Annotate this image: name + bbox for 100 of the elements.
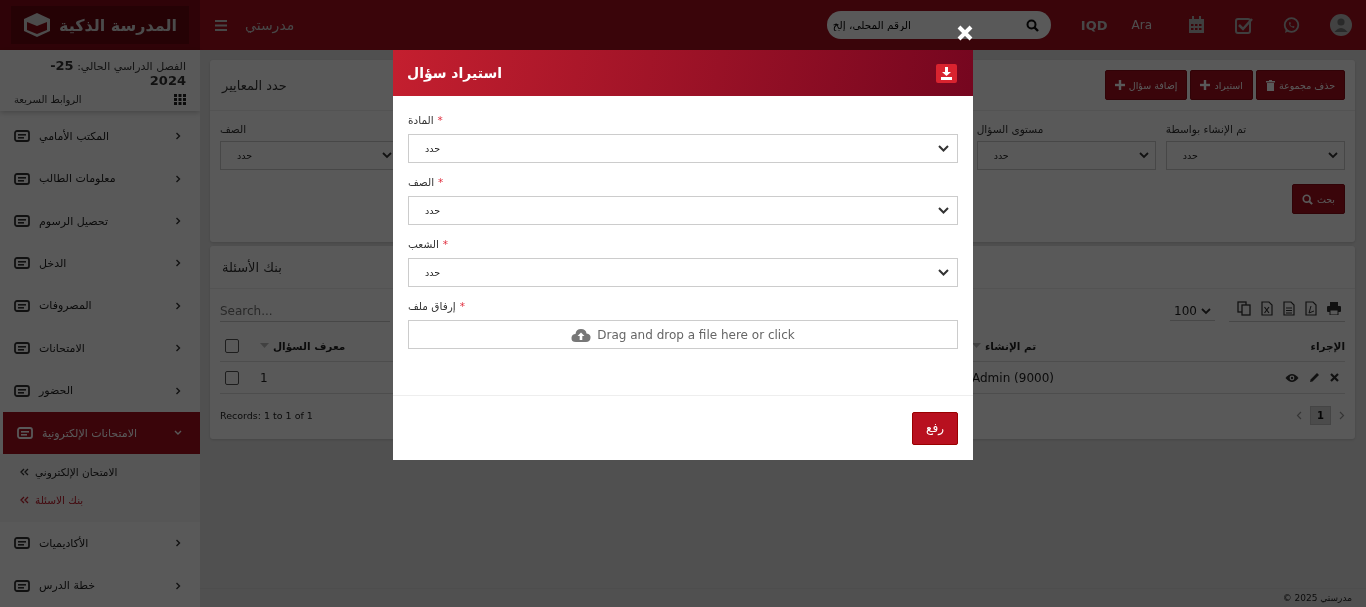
trash-icon — [1265, 79, 1275, 91]
chevron-right-icon — [174, 581, 182, 590]
row-checkbox[interactable] — [225, 370, 239, 385]
next-page-icon[interactable] — [1339, 411, 1345, 420]
filter-label: تم الإنشاء بواسطة — [1165, 123, 1248, 135]
sidebar-item[interactable]: الدخل — [0, 242, 200, 285]
sidebar-item[interactable]: المكتب الأمامي — [0, 115, 200, 158]
column-header[interactable]: معرف السؤال — [273, 339, 346, 352]
required-mark: * — [459, 300, 465, 312]
avatar-icon[interactable] — [1330, 14, 1352, 36]
sort-icon[interactable] — [972, 343, 981, 348]
chevron-down-icon — [938, 207, 949, 214]
calendar-icon[interactable] — [1188, 16, 1205, 34]
menu-item-icon — [14, 341, 30, 356]
menu-item-icon — [17, 426, 33, 441]
upload-button[interactable]: رفع — [912, 411, 958, 445]
select-all-checkbox[interactable] — [225, 338, 239, 353]
search-input[interactable]: الرقم المحلي، إلخ — [832, 19, 927, 31]
currency-selector[interactable]: IQD — [1080, 17, 1108, 33]
chevron-down-icon — [1328, 152, 1338, 159]
cloud-upload-icon — [571, 327, 592, 342]
chevron-right-icon — [174, 217, 182, 225]
chevron-right-icon — [174, 344, 182, 353]
sidebar-item[interactable]: الامتحانات — [0, 327, 200, 370]
delete-icon[interactable] — [1330, 373, 1339, 382]
footer-text: مدرستي 2025 © — [1282, 593, 1352, 603]
chevron-right-icon — [174, 132, 182, 141]
checkbox-icon[interactable] — [1235, 16, 1253, 34]
plus-icon — [1114, 80, 1125, 90]
sidebar-item[interactable]: معلومات الطالب — [0, 157, 200, 200]
file-drop-zone[interactable]: Drag and drop a file here or click — [408, 320, 958, 349]
column-header[interactable]: تم الإنشاء — [985, 339, 1037, 352]
copy-icon[interactable] — [1237, 301, 1251, 316]
menu-item-icon — [14, 214, 30, 228]
sidebar-item[interactable]: الحضور — [0, 369, 200, 412]
filter-select[interactable]: حدد — [976, 141, 1156, 170]
search-icon — [1301, 193, 1313, 205]
menu-item-icon — [14, 171, 30, 186]
table-cell-text: Admin (9000) — [972, 370, 1055, 385]
close-icon[interactable] — [956, 24, 974, 42]
whatsapp-icon[interactable] — [1283, 16, 1300, 34]
submenu-item[interactable]: الامتحان الإلكتروني — [0, 458, 200, 487]
menu-item-icon — [14, 536, 30, 551]
menu-item-icon — [14, 383, 30, 398]
double-chevron-icon — [20, 496, 29, 505]
action-button[interactable]: إضافة سؤال — [1104, 70, 1188, 100]
card-title: بنك الأسئلة — [222, 259, 282, 275]
sidebar-item[interactable]: تحصيل الرسوم — [0, 199, 200, 243]
plus-icon — [1200, 80, 1211, 90]
print-icon[interactable] — [1327, 302, 1341, 315]
menu-icon[interactable] — [215, 19, 227, 31]
select-field[interactable]: حدد — [408, 196, 958, 225]
page-button[interactable]: 1 — [1310, 406, 1331, 425]
sidebar-item[interactable]: خطة الدرس — [0, 564, 200, 607]
double-chevron-icon — [20, 468, 29, 477]
eye-icon[interactable] — [1285, 372, 1299, 383]
sidebar-item[interactable]: المصروفات — [0, 284, 200, 328]
pencil-icon[interactable] — [1309, 372, 1320, 383]
chevron-down-icon — [938, 145, 949, 152]
chevron-right-icon — [174, 174, 182, 183]
logo-text: المدرسة الذكية — [59, 15, 177, 35]
grid-icon[interactable] — [174, 94, 186, 105]
pdf-file-icon[interactable] — [1305, 301, 1317, 316]
menu-item-icon — [14, 298, 30, 313]
language-selector[interactable]: Ara — [1131, 18, 1152, 32]
search-icon[interactable] — [1025, 18, 1039, 32]
excel-file-icon[interactable] — [1261, 301, 1273, 316]
search-button[interactable]: بحث — [1291, 184, 1345, 214]
sidebar-item[interactable]: الأكاديميات — [0, 522, 200, 565]
table-cell-text: 1 — [260, 370, 269, 385]
field-label: إرفاق ملف — [408, 300, 456, 312]
menu-item-icon — [14, 578, 30, 593]
select-field[interactable]: حدد — [408, 134, 958, 163]
filter-select[interactable]: حدد — [1165, 141, 1345, 170]
action-button[interactable]: استيراد — [1190, 70, 1253, 100]
chevron-down-icon — [938, 269, 949, 276]
sidebar-item[interactable]: الامتحانات الإلكترونية — [3, 411, 200, 455]
chevron-down-icon — [1201, 307, 1211, 315]
menu-item-icon — [14, 256, 30, 271]
field-label: الصف — [408, 176, 435, 188]
quick-links-label: الروابط السريعة — [14, 94, 82, 105]
text-file-icon[interactable] — [1283, 301, 1295, 316]
submenu-item[interactable]: بنك الاسئلة — [0, 486, 200, 515]
chevron-right-icon — [174, 259, 182, 268]
chevron-right-icon — [174, 301, 182, 310]
card-title: حدد المعايير — [222, 77, 287, 93]
chevron-down-icon — [1138, 152, 1149, 159]
required-mark: * — [438, 176, 444, 188]
required-mark: * — [442, 238, 449, 250]
page-size-select[interactable]: 100 — [1170, 302, 1215, 321]
chevron-right-icon — [174, 386, 182, 395]
download-icon[interactable] — [936, 63, 957, 83]
field-label: المادة — [408, 114, 434, 126]
filter-label: مستوى السؤال — [976, 123, 1045, 135]
app-name: مدرستي — [245, 17, 295, 33]
previous-page-icon[interactable] — [1296, 411, 1303, 420]
action-button[interactable]: حذف مجموعة — [1255, 70, 1345, 100]
chevron-down-icon — [382, 152, 393, 159]
menu-item-icon — [14, 129, 30, 144]
select-field[interactable]: حدد — [408, 258, 958, 287]
